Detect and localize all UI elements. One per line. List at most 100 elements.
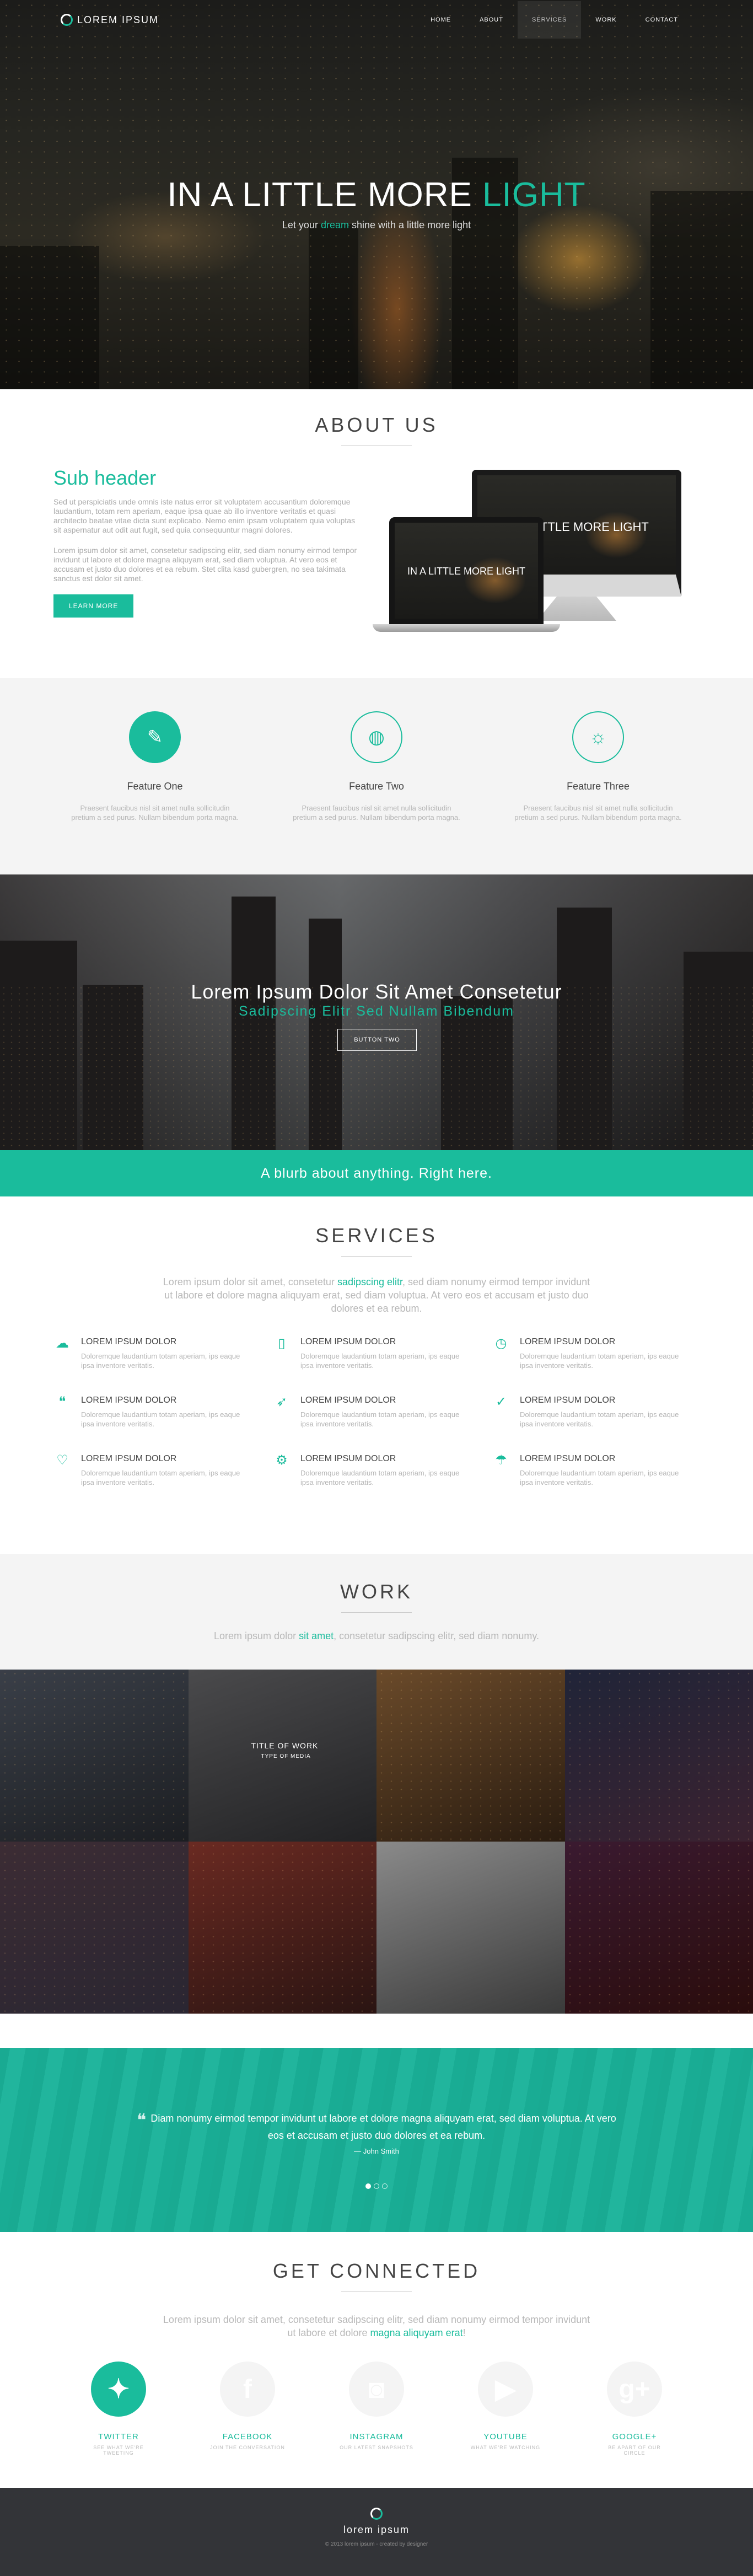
feature-title: Feature One (71, 781, 239, 792)
work-tile[interactable] (376, 1842, 565, 2014)
testimonial-author: — John Smith (0, 2147, 753, 2155)
about-title: ABOUT US (0, 389, 753, 437)
work-lead: Lorem ipsum dolor sit amet, consetetur s… (162, 1629, 591, 1643)
service-text: Doloremque laudantium totam aperiam, ips… (300, 1410, 466, 1429)
lead-text: , consetetur sadipscing elitr, sed diam … (334, 1630, 539, 1641)
feature-card: ◍ Feature Two Praesent faucibus nisl sit… (293, 711, 460, 874)
social-tagline: BE APART OF OUR CIRCLE (596, 2445, 673, 2456)
googleplus-icon[interactable]: g+ (607, 2362, 662, 2417)
rocket-icon: ➶ (273, 1396, 291, 1429)
connect-title: GET CONNECTED (0, 2232, 753, 2283)
slider-dots (0, 2183, 753, 2189)
service-text: Doloremque laudantium totam aperiam, ips… (300, 1351, 466, 1370)
service-item: ♡LOREM IPSUM DOLORDoloremque laudantium … (53, 1454, 246, 1487)
learn-more-button[interactable]: LEARN MORE (53, 594, 133, 618)
nav-link-about[interactable]: ABOUT (465, 1, 518, 39)
logo-ring-icon (61, 14, 73, 26)
tile-lights (0, 1842, 189, 2014)
banner-title: Lorem Ipsum Dolor Sit Amet Consetetur (0, 980, 753, 1003)
service-text: Doloremque laudantium totam aperiam, ips… (300, 1468, 466, 1487)
social-name[interactable]: INSTAGRAM (338, 2432, 415, 2441)
section-spacer (0, 2014, 753, 2048)
footer-brand: lorem ipsum (0, 2524, 753, 2536)
nav-link-services[interactable]: SERVICES (518, 1, 581, 39)
title-divider (341, 2291, 412, 2292)
service-item: ☂LOREM IPSUM DOLORDoloremque laudantium … (492, 1454, 685, 1487)
social-youtube[interactable]: ▶ YOUTUBE WHAT WE'RE WATCHING (467, 2362, 544, 2456)
work-tile[interactable] (189, 1842, 377, 2014)
social-facebook[interactable]: f FACEBOOK JOIN THE CONVERSATION (209, 2362, 286, 2456)
instagram-icon[interactable]: ◙ (349, 2362, 404, 2417)
lead-text: Lorem ipsum dolor (214, 1630, 299, 1641)
services-lead: Lorem ipsum dolor sit amet, consetetur s… (162, 1275, 591, 1315)
hero-subtitle: Let your dream shine with a little more … (0, 219, 753, 231)
globe-icon[interactable]: ◍ (351, 711, 402, 763)
clock-icon: ◷ (492, 1337, 510, 1370)
social-name[interactable]: FACEBOOK (209, 2432, 286, 2441)
service-title: LOREM IPSUM DOLOR (81, 1337, 246, 1347)
hero-title-accent: LIGHT (482, 176, 586, 214)
twitter-icon[interactable]: ✦ (91, 2362, 146, 2417)
feature-text: Praesent faucibus nisl sit amet nulla so… (71, 803, 239, 822)
service-item: ➶ LOREM IPSUM DOLOR Doloremque laudantium … (273, 1396, 466, 1429)
service-title: LOREM IPSUM DOLOR (520, 1337, 685, 1347)
nav-link-home[interactable]: HOME (416, 1, 465, 39)
laptop-screen-text: IN A LITTLE MORE LIGHT (395, 566, 538, 577)
work-tile[interactable] (565, 1842, 753, 2014)
work-tile[interactable] (0, 1670, 189, 1842)
feature-text: Praesent faucibus nisl sit amet nulla so… (293, 803, 460, 822)
lightbulb-icon[interactable]: ☼ (572, 711, 624, 763)
tile-lights (376, 1670, 565, 1842)
brush-icon[interactable]: ✎ (129, 711, 181, 763)
service-text: Doloremque laudantium totam aperiam, ips… (81, 1351, 246, 1370)
service-title: LOREM IPSUM DOLOR (300, 1396, 466, 1405)
work-tile[interactable] (565, 1670, 753, 1842)
social-instagram[interactable]: ◙ INSTAGRAM OUR LATEST SNAPSHOTS (338, 2362, 415, 2456)
banner-subtitle: Sadipscing Elitr Sed Nullam Bibendum (0, 1003, 753, 1019)
nav-link-work[interactable]: WORK (581, 1, 631, 39)
social-tagline: SEE WHAT WE'RE TWEETING (80, 2445, 157, 2456)
service-text: Doloremque laudantium totam aperiam, ips… (81, 1410, 246, 1429)
social-name[interactable]: YOUTUBE (467, 2432, 544, 2441)
work-caption-title: TITLE OF WORK (251, 1741, 319, 1750)
top-nav: LOREM IPSUM HOME ABOUT SERVICES WORK CON… (0, 0, 753, 40)
site-logo[interactable]: LOREM IPSUM (61, 14, 159, 26)
lead-text: ! (463, 2327, 466, 2338)
feature-title: Feature Three (514, 781, 682, 792)
about-paragraph: Lorem ipsum dolor sit amet, consetetur s… (53, 546, 361, 583)
work-tile[interactable] (376, 1670, 565, 1842)
social-tagline: JOIN THE CONVERSATION (209, 2445, 286, 2450)
slider-dot[interactable] (374, 2183, 379, 2189)
device-mockup: IN A LITTLE MORE LIGHT IN A LITTLE MORE … (373, 466, 681, 643)
service-item: ▯LOREM IPSUM DOLORDoloremque laudantium … (273, 1337, 466, 1370)
tile-lights (565, 1842, 753, 2014)
service-title: LOREM IPSUM DOLOR (520, 1396, 685, 1405)
slider-dot[interactable] (382, 2183, 388, 2189)
service-item: ✓LOREM IPSUM DOLORDoloremque laudantium … (492, 1396, 685, 1429)
social-name[interactable]: TWITTER (80, 2432, 157, 2441)
umbrella-icon: ☂ (492, 1454, 510, 1487)
social-twitter[interactable]: ✦ TWITTER SEE WHAT WE'RE TWEETING (80, 2362, 157, 2456)
service-text: Doloremque laudantium totam aperiam, ips… (520, 1468, 685, 1487)
cloud-upload-icon: ☁ (53, 1337, 71, 1370)
slider-dot[interactable] (365, 2183, 371, 2189)
facebook-icon[interactable]: f (220, 2362, 275, 2417)
social-googleplus[interactable]: g+ GOOGLE+ BE APART OF OUR CIRCLE (596, 2362, 673, 2456)
service-item: ◷LOREM IPSUM DOLORDoloremque laudantium … (492, 1337, 685, 1370)
mobile-icon: ▯ (273, 1337, 291, 1370)
connect-section: GET CONNECTED Lorem ipsum dolor sit amet… (0, 2232, 753, 2488)
work-tile[interactable]: TITLE OF WORK TYPE OF MEDIA (189, 1670, 377, 1842)
social-name[interactable]: GOOGLE+ (596, 2432, 673, 2441)
button-two[interactable]: BUTTON TWO (337, 1029, 417, 1051)
laptop-base (373, 624, 560, 632)
connect-lead: Lorem ipsum dolor sit amet, consetetur s… (162, 2313, 591, 2339)
heart-icon: ♡ (53, 1454, 71, 1487)
features-section: ✎ Feature One Praesent faucibus nisl sit… (0, 678, 753, 874)
work-tile[interactable] (0, 1842, 189, 2014)
services-grid: ☁ LOREM IPSUM DOLOR Doloremque laudantium … (53, 1337, 753, 1487)
work-section: WORK Lorem ipsum dolor sit amet, consete… (0, 1554, 753, 1670)
hero-section: LOREM IPSUM HOME ABOUT SERVICES WORK CON… (0, 0, 753, 389)
nav-link-contact[interactable]: CONTACT (631, 1, 692, 39)
youtube-icon[interactable]: ▶ (478, 2362, 533, 2417)
lead-accent: magna aliquyam erat (370, 2327, 463, 2338)
